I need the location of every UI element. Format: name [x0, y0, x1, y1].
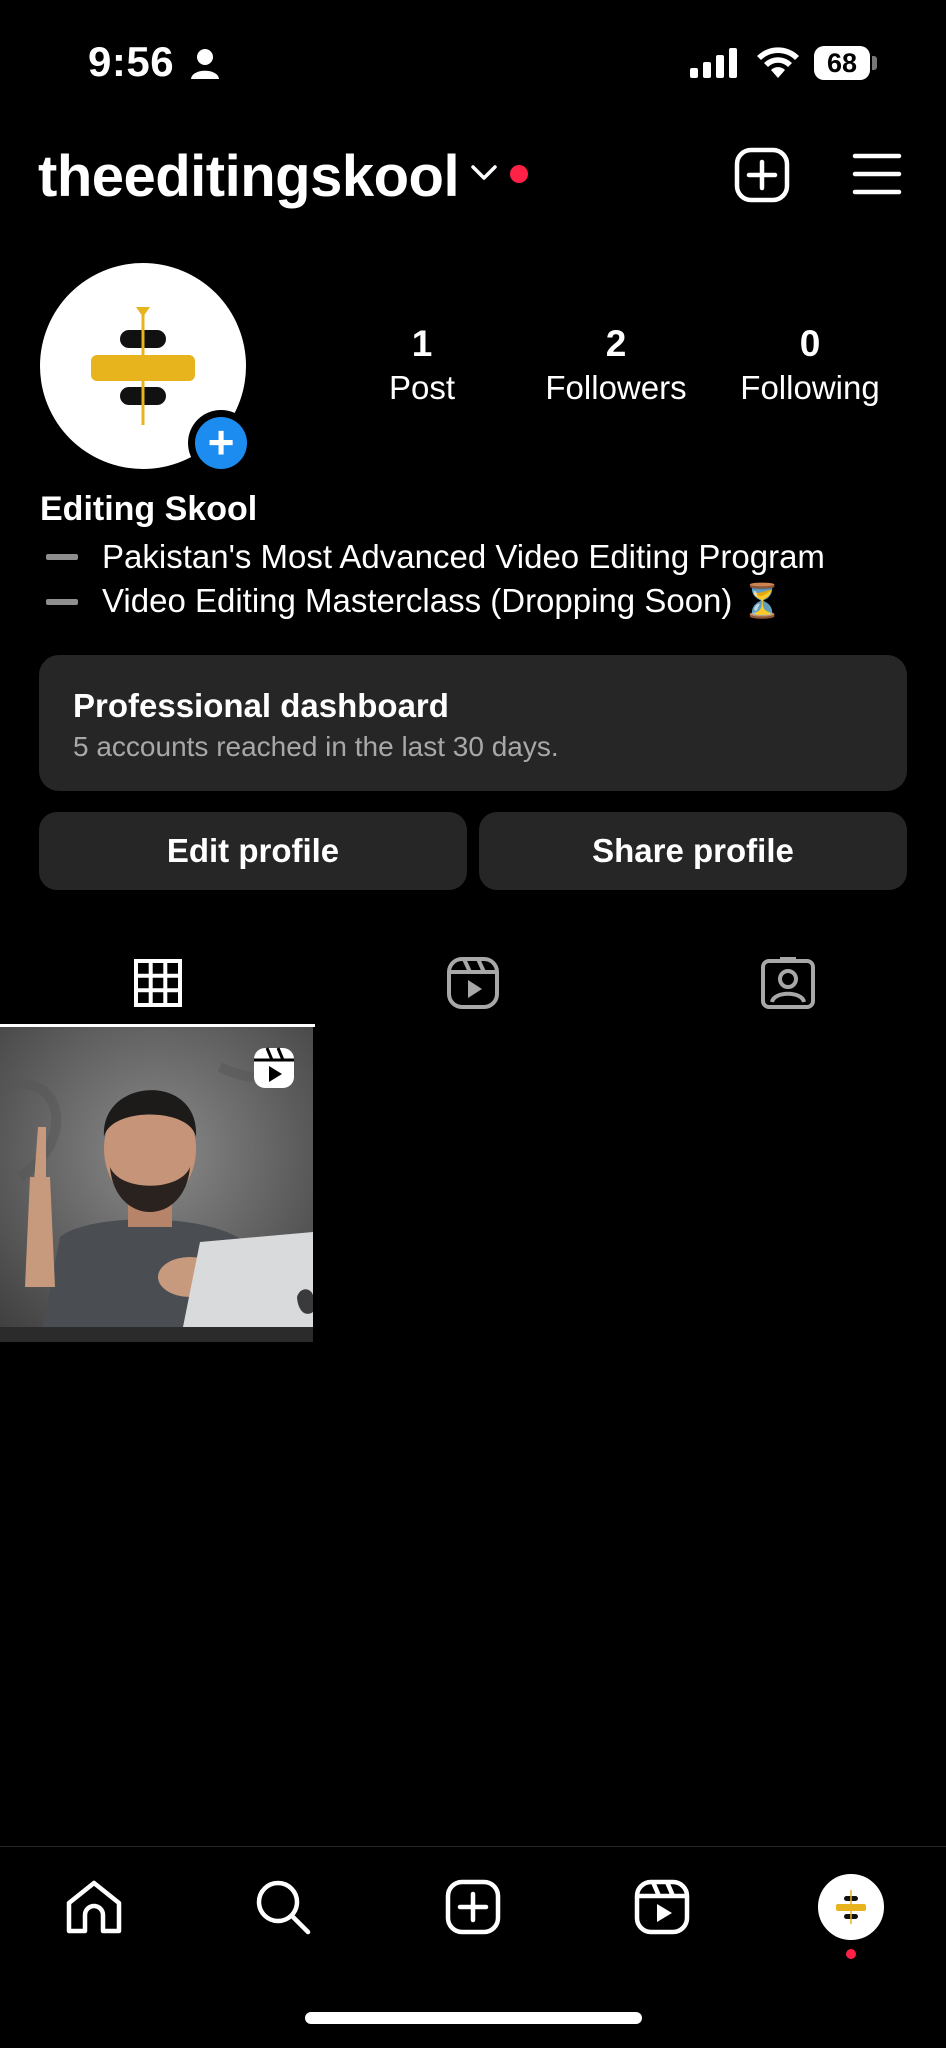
chevron-down-icon[interactable] [470, 163, 498, 183]
create-icon [445, 1879, 501, 1935]
bio-line: Video Editing Masterclass (Dropping Soon… [40, 582, 783, 621]
nav-notification-dot [846, 1949, 856, 1959]
nav-profile-avatar[interactable] [818, 1874, 884, 1940]
plus-icon: + [195, 417, 247, 469]
stat-value: 0 [799, 323, 821, 364]
bio-dash [46, 554, 78, 560]
nav-reels[interactable] [617, 1872, 707, 1942]
battery-cap [872, 56, 877, 70]
professional-dashboard[interactable]: Professional dashboard 5 accounts reache… [39, 655, 907, 791]
display-name: Editing Skool [40, 490, 258, 528]
stat-label: Post [388, 369, 456, 406]
stat-value: 1 [411, 323, 433, 364]
bio-dash [46, 598, 78, 605]
notification-dot [510, 165, 528, 183]
wifi-icon [756, 46, 800, 80]
stat-value: 2 [605, 323, 627, 364]
post-thumbnail[interactable] [0, 1027, 313, 1342]
tab-reels[interactable] [315, 940, 630, 1026]
editing-skool-logo [836, 1890, 866, 1924]
share-profile-button[interactable]: Share profile [479, 812, 907, 890]
signal-icon [690, 48, 738, 78]
stat-label: Followers [545, 369, 687, 406]
username[interactable]: theeditingskool [38, 143, 460, 210]
nav-create[interactable] [428, 1872, 518, 1942]
nav-divider [0, 1846, 946, 1847]
nav-search[interactable] [238, 1872, 328, 1942]
stat-following[interactable]: 0 Following [720, 322, 900, 410]
reel-badge-icon [253, 1047, 295, 1089]
edit-profile-button[interactable]: Edit profile [39, 812, 467, 890]
status-time: 9:56 [88, 38, 175, 85]
add-story-button[interactable]: + [188, 410, 254, 476]
new-post-icon[interactable] [734, 147, 790, 203]
search-icon [256, 1880, 311, 1935]
bio-line: Pakistan's Most Advanced Video Editing P… [40, 538, 825, 576]
stat-posts[interactable]: 1 Post [332, 322, 512, 410]
home-indicator[interactable] [305, 2012, 642, 2024]
tab-tagged[interactable] [630, 940, 945, 1026]
stat-label: Following [740, 369, 880, 406]
dashboard-subtitle: 5 accounts reached in the last 30 days. [73, 731, 559, 762]
bio-text: Video Editing Masterclass (Dropping Soon… [102, 582, 783, 619]
person-icon [190, 48, 220, 80]
menu-icon[interactable] [852, 152, 902, 196]
reels-icon [634, 1879, 690, 1935]
reels-icon [446, 957, 499, 1009]
battery-icon: 68 [814, 46, 870, 80]
bio-text: Pakistan's Most Advanced Video Editing P… [102, 538, 825, 575]
stat-followers[interactable]: 2 Followers [526, 322, 706, 410]
home-icon [66, 1880, 122, 1934]
nav-home[interactable] [49, 1872, 139, 1942]
tab-grid[interactable] [0, 940, 315, 1026]
dashboard-title: Professional dashboard [73, 687, 449, 724]
tagged-icon [760, 957, 815, 1009]
grid-icon [133, 959, 182, 1007]
